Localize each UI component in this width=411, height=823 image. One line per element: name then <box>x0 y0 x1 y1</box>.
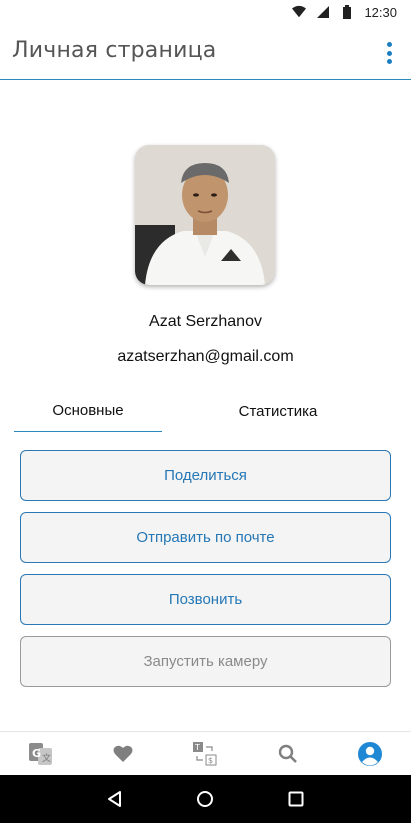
status-time: 12:30 <box>364 4 397 20</box>
svg-text:文: 文 <box>42 752 51 764</box>
profile-photo <box>135 145 275 285</box>
search-icon[interactable] <box>268 734 308 774</box>
more-vert-icon[interactable] <box>381 42 397 64</box>
tab-bar: Основные Статистика <box>14 390 397 432</box>
recents-icon[interactable] <box>284 787 308 811</box>
profile-name: Azat Serzhanov <box>149 313 262 330</box>
quiz-icon[interactable]: T $ <box>185 734 225 774</box>
bottom-navigation: G 文 T $ <box>0 731 411 775</box>
page-title: Личная страница <box>12 38 217 63</box>
tab-statistics[interactable]: Статистика <box>206 390 350 432</box>
home-icon[interactable] <box>193 787 217 811</box>
share-button[interactable]: Поделиться <box>20 450 391 501</box>
system-navigation-bar <box>0 775 411 823</box>
back-icon[interactable] <box>103 787 127 811</box>
status-bar: 12:30 <box>0 0 411 24</box>
heart-icon[interactable] <box>103 734 143 774</box>
profile-icon[interactable] <box>350 734 390 774</box>
svg-text:G: G <box>32 747 41 760</box>
svg-text:T: T <box>194 743 200 752</box>
app-bar: Личная страница <box>0 24 411 80</box>
call-button[interactable]: Позвонить <box>20 574 391 625</box>
tab-basic[interactable]: Основные <box>14 390 162 432</box>
send-email-button[interactable]: Отправить по почте <box>20 512 391 563</box>
signal-icon <box>317 6 330 18</box>
svg-text:$: $ <box>208 756 213 765</box>
launch-camera-button[interactable]: Запустить камеру <box>20 636 391 687</box>
battery-icon <box>343 5 352 19</box>
wifi-icon <box>292 5 307 18</box>
profile-email: azatserzhan@gmail.com <box>117 348 294 365</box>
translate-icon[interactable]: G 文 <box>21 734 61 774</box>
avatar[interactable] <box>135 145 275 285</box>
